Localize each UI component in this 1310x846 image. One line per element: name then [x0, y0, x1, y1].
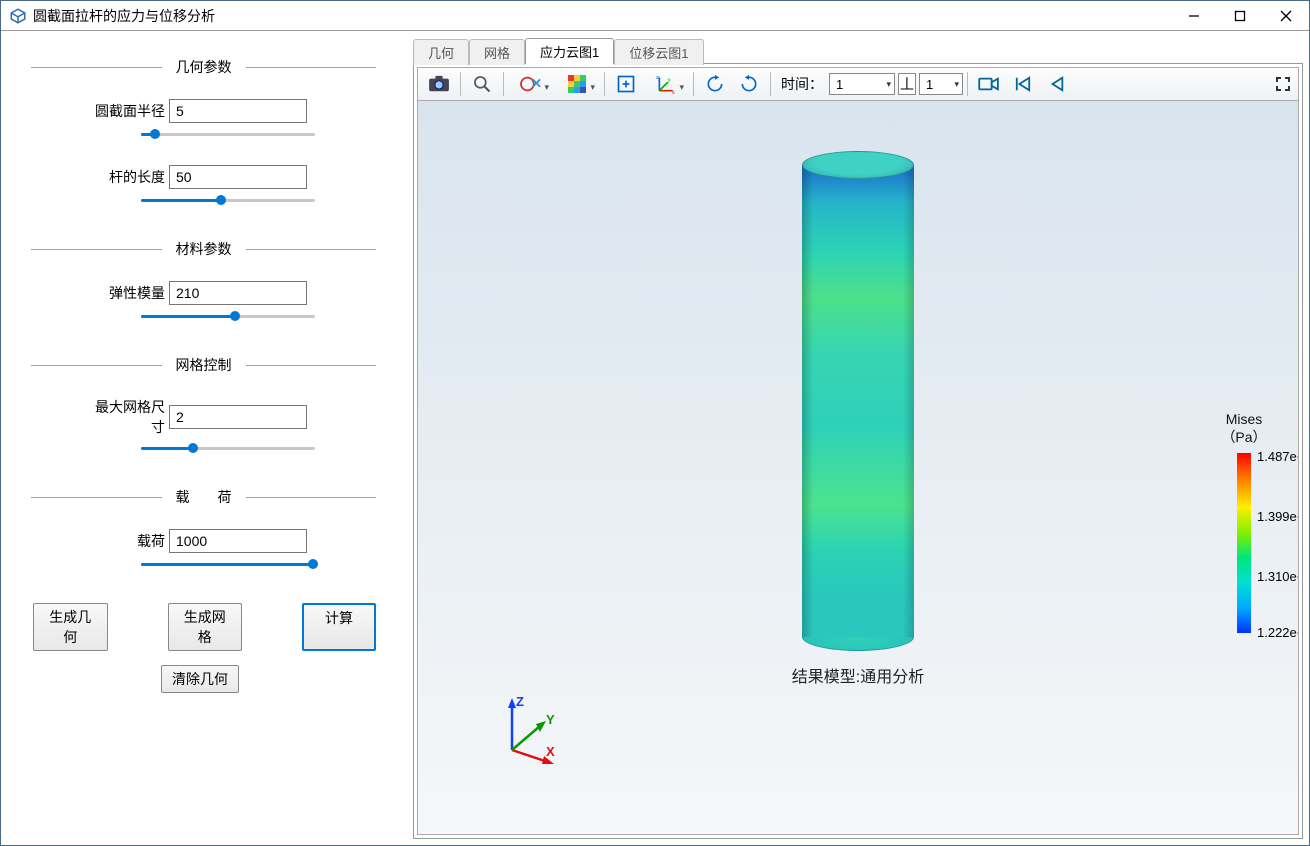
svg-text:x: x: [672, 90, 675, 94]
clear-geometry-button[interactable]: 清除几何: [161, 665, 239, 693]
window-title: 圆截面拉杆的应力与位移分析: [33, 6, 215, 26]
minimize-button[interactable]: [1171, 1, 1217, 31]
tab-geometry[interactable]: 几何: [413, 39, 469, 65]
legend-title-2: （Pa）: [1196, 427, 1292, 447]
rotate-ccw-icon[interactable]: [733, 70, 765, 98]
tab-displacement-contour[interactable]: 位移云图1: [614, 39, 703, 65]
record-icon[interactable]: [973, 70, 1005, 98]
selection-mode-icon[interactable]: [509, 70, 553, 98]
color-legend: Mises （Pa） 1.487e+07 1.399e+07 1.310e+07…: [1196, 411, 1292, 633]
generate-mesh-button[interactable]: 生成网格: [168, 603, 243, 651]
time-label: 时间：: [781, 74, 823, 94]
maxsize-label: 最大网格尺寸: [91, 397, 165, 437]
length-slider[interactable]: [141, 191, 315, 209]
maximize-button[interactable]: [1217, 1, 1263, 31]
axis-triad-icon: Z X Y: [498, 694, 558, 764]
titlebar: 圆截面拉杆的应力与位移分析: [1, 1, 1309, 31]
load-slider[interactable]: [141, 555, 315, 573]
legend-tick: 1.399e+07: [1257, 509, 1299, 524]
perpendicular-toggle[interactable]: 丄: [898, 73, 916, 95]
result-viewport[interactable]: 结果模型:通用分析 Z X Y: [417, 101, 1299, 835]
tab-mesh[interactable]: 网格: [469, 39, 525, 65]
length-label: 杆的长度: [91, 167, 165, 187]
zoom-icon[interactable]: [466, 70, 498, 98]
section-title-load: 载 荷: [162, 487, 246, 507]
load-input[interactable]: [169, 529, 307, 553]
radius-label: 圆截面半径: [91, 101, 165, 121]
load-label: 载荷: [91, 531, 165, 551]
left-panel: 几何参数 圆截面半径 杆的长度: [1, 31, 406, 845]
rotate-cw-icon[interactable]: [699, 70, 731, 98]
legend-tick: 1.310e+07: [1257, 569, 1299, 584]
section-material-params: 材料参数 弹性模量: [31, 239, 376, 325]
radius-slider[interactable]: [141, 125, 315, 143]
step-combo[interactable]: 1: [919, 73, 963, 95]
compute-button[interactable]: 计算: [302, 603, 376, 651]
svg-text:Y: Y: [546, 712, 555, 727]
maxsize-input[interactable]: [169, 405, 307, 429]
legend-tick: 1.487e+07: [1257, 449, 1299, 464]
viewport-subtitle: 结果模型:通用分析: [792, 663, 924, 687]
svg-text:Z: Z: [516, 694, 524, 709]
section-title-geometry: 几何参数: [162, 57, 246, 77]
section-geometry-params: 几何参数 圆截面半径 杆的长度: [31, 57, 376, 209]
colormap-icon[interactable]: [555, 70, 599, 98]
screenshot-icon[interactable]: [423, 70, 455, 98]
section-title-material: 材料参数: [162, 239, 246, 259]
axis-orientation-icon[interactable]: z x y: [644, 70, 688, 98]
app-window: 圆截面拉杆的应力与位移分析 几何参数 圆截面半径: [0, 0, 1310, 846]
elastic-label: 弹性模量: [91, 283, 165, 303]
prev-frame-icon[interactable]: [1041, 70, 1073, 98]
svg-text:y: y: [668, 78, 671, 84]
radius-input[interactable]: [169, 99, 307, 123]
maxsize-slider[interactable]: [141, 439, 315, 457]
viewport-frame: z x y 时间： 1 丄 1: [413, 63, 1303, 839]
section-title-mesh: 网格控制: [162, 355, 246, 375]
viewport-toolbar: z x y 时间： 1 丄 1: [417, 67, 1299, 101]
length-input[interactable]: [169, 165, 307, 189]
section-load: 载 荷 载荷: [31, 487, 376, 573]
first-frame-icon[interactable]: [1007, 70, 1039, 98]
viewport-tabs: 几何 网格 应力云图1 位移云图1: [407, 39, 1309, 63]
elastic-input[interactable]: [169, 281, 307, 305]
legend-tick: 1.222e+07: [1257, 625, 1299, 640]
right-panel: 几何 网格 应力云图1 位移云图1: [406, 31, 1309, 845]
legend-colorbar: 1.487e+07 1.399e+07 1.310e+07 1.222e+07: [1237, 453, 1251, 633]
fit-view-icon[interactable]: [610, 70, 642, 98]
stress-cylinder: [802, 151, 914, 651]
generate-geometry-button[interactable]: 生成几何: [33, 603, 108, 651]
svg-text:z: z: [656, 75, 659, 81]
app-icon: [9, 7, 27, 25]
section-mesh-control: 网格控制 最大网格尺寸: [31, 355, 376, 457]
expand-icon[interactable]: [1273, 70, 1293, 98]
svg-text:X: X: [546, 744, 555, 759]
close-button[interactable]: [1263, 1, 1309, 31]
legend-title-1: Mises: [1196, 411, 1292, 427]
elastic-slider[interactable]: [141, 307, 315, 325]
tab-stress-contour[interactable]: 应力云图1: [525, 38, 614, 64]
time-combo[interactable]: 1: [829, 73, 895, 95]
